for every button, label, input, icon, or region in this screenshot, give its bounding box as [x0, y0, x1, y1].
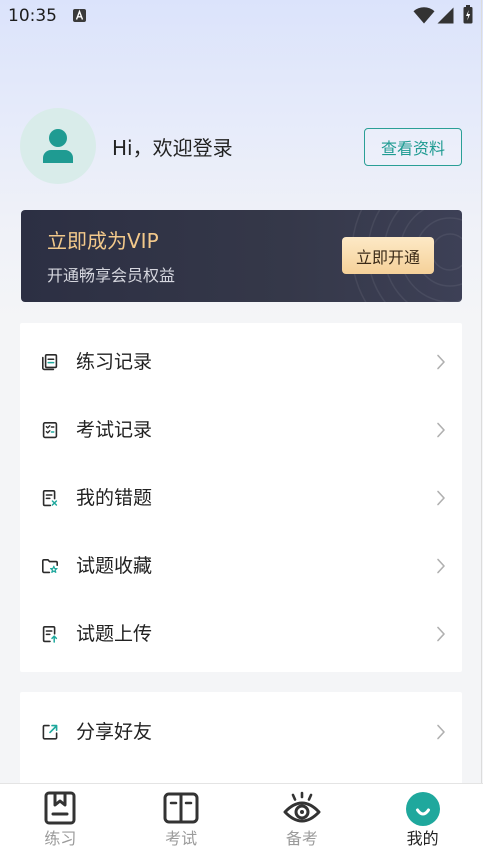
chevron-right-icon	[437, 626, 445, 642]
menu-item-upload[interactable]: 试题上传	[20, 600, 462, 668]
avatar[interactable]	[20, 108, 96, 184]
tab-mine[interactable]: 我的	[362, 784, 483, 858]
practice-record-icon	[42, 353, 58, 371]
menu-item-label: 我的错题	[76, 487, 153, 509]
wifi-icon	[413, 7, 435, 24]
vip-subtitle: 开通畅享会员权益	[47, 266, 176, 285]
tab-exam[interactable]: 考试	[121, 784, 242, 858]
battery-charging-icon	[463, 5, 473, 24]
vip-title: 立即成为VIP	[47, 229, 159, 253]
vip-banner[interactable]: 立即成为VIP 开通畅享会员权益 立即开通	[21, 210, 462, 302]
signal-icon	[437, 7, 454, 24]
login-greeting[interactable]: Hi，欢迎登录	[112, 134, 233, 162]
menu-item-label: 练习记录	[76, 351, 153, 373]
vip-open-button[interactable]: 立即开通	[342, 237, 434, 274]
upload-question-icon	[42, 626, 58, 643]
menu-item-label: 分享好友	[76, 721, 153, 743]
chevron-right-icon	[437, 422, 445, 438]
tab-label: 考试	[165, 829, 198, 848]
menu-item-exam-record[interactable]: 考试记录	[20, 396, 462, 464]
chevron-right-icon	[437, 724, 445, 740]
menu-item-label: 试题收藏	[76, 555, 153, 577]
wrong-questions-icon	[42, 490, 58, 507]
menu-card-records: 练习记录 考试记录 我的错题 试题收藏 试题上传	[20, 323, 462, 672]
chevron-right-icon	[437, 354, 445, 370]
tab-label: 练习	[44, 829, 77, 848]
tab-label: 我的	[406, 829, 439, 848]
menu-item-label: 试题上传	[76, 623, 153, 645]
menu-item-share[interactable]: 分享好友	[20, 698, 462, 766]
status-time: 10:35	[8, 6, 57, 26]
chevron-right-icon	[437, 558, 445, 574]
bottom-tab-bar: 练习 考试 备考 我的	[0, 783, 483, 858]
menu-item-favorites[interactable]: 试题收藏	[20, 532, 462, 600]
menu-item-practice-record[interactable]: 练习记录	[20, 328, 462, 396]
exam-record-icon	[42, 421, 58, 439]
menu-item-label: 考试记录	[76, 419, 153, 441]
tab-prepare[interactable]: 备考	[242, 784, 363, 858]
share-icon	[42, 724, 58, 740]
eye-icon	[283, 791, 321, 823]
practice-book-icon	[44, 791, 76, 825]
favorites-folder-icon	[42, 559, 58, 574]
view-profile-button[interactable]: 查看资料	[364, 128, 462, 166]
person-icon	[43, 129, 73, 163]
menu-item-wrong-questions[interactable]: 我的错题	[20, 464, 462, 532]
tab-practice[interactable]: 练习	[0, 784, 121, 858]
notification-a-icon	[73, 9, 86, 22]
smile-circle-icon	[405, 792, 440, 826]
chevron-right-icon	[437, 490, 445, 506]
exam-book-icon	[163, 792, 199, 824]
tab-label: 备考	[285, 829, 318, 848]
scroll-edge	[481, 0, 482, 858]
